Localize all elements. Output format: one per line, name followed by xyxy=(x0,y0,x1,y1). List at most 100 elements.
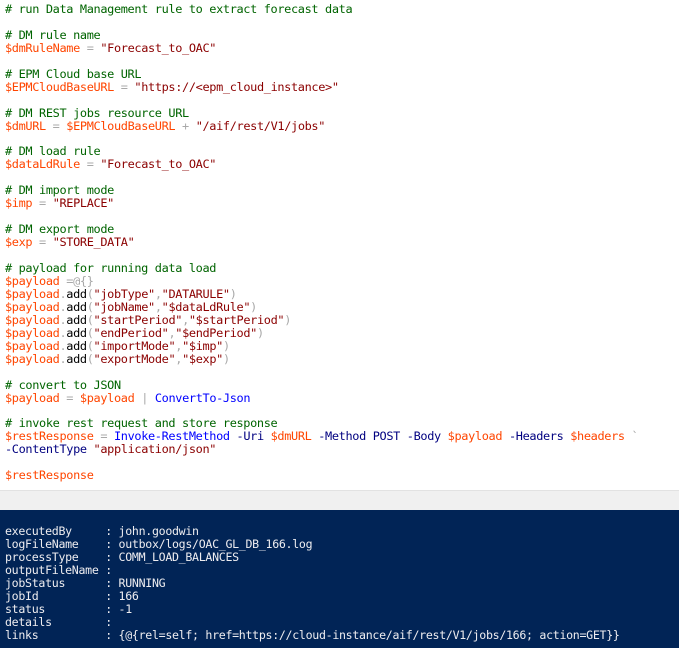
code-line: $dataLdRule = "Forecast_to_OAC" xyxy=(5,158,216,171)
code-token: # DM import mode xyxy=(5,183,114,198)
code-token: "endPeriod" xyxy=(93,325,169,340)
code-token: Invoke-RestMethod xyxy=(113,429,230,444)
editor-horizontal-scrollbar[interactable] xyxy=(0,490,679,510)
code-token: "Forecast_to_OAC" xyxy=(100,40,217,55)
code-token: # DM load rule xyxy=(5,144,101,159)
console-output-pane[interactable]: executedBy : john.goodwin logFileName : o… xyxy=(0,510,679,648)
code-line: $exp = "STORE_DATA" xyxy=(5,235,135,250)
code-token: add xyxy=(66,312,87,327)
code-token: $headers xyxy=(570,429,625,444)
code-token: "$dataLdRule" xyxy=(161,299,251,314)
script-editor-pane[interactable]: # run Data Management rule to extract fo… xyxy=(0,0,679,490)
code-token: $payload xyxy=(5,351,60,366)
code-token: $restResponse xyxy=(5,468,94,483)
code-token: "DATARULE" xyxy=(161,286,230,301)
code-token: -Method xyxy=(318,429,366,444)
code-token: ) xyxy=(256,325,264,340)
code-token: = xyxy=(32,235,53,250)
code-token: ( xyxy=(86,338,94,353)
code-token: = xyxy=(93,429,114,444)
code-token: = xyxy=(79,157,101,172)
code-token: ( xyxy=(86,351,94,366)
code-token: ( xyxy=(86,286,94,301)
code-token: $payload xyxy=(5,338,60,353)
code-token: ( xyxy=(86,299,94,314)
code-line: $EPMCloudBaseURL = "https://<epm_cloud_i… xyxy=(5,79,339,94)
code-token: $EPMCloudBaseURL xyxy=(66,118,176,133)
code-line: $dmRuleName = "Forecast_to_OAC" xyxy=(5,40,217,55)
code-token: "$endPeriod" xyxy=(175,325,257,340)
code-token: $payload xyxy=(5,273,60,288)
code-token: = xyxy=(32,196,53,211)
code-token: "startPeriod" xyxy=(93,312,183,327)
code-token: $payload xyxy=(5,390,60,405)
code-token: $dmURL xyxy=(5,118,46,133)
code-token: $payload xyxy=(79,390,135,405)
code-token: # run Data Management rule to extract fo… xyxy=(5,2,353,16)
code-token: add xyxy=(66,351,87,366)
code-token: add xyxy=(66,338,87,353)
code-line: -ContentType "application/json" xyxy=(5,443,216,456)
code-token: "$startPeriod" xyxy=(188,312,285,327)
code-token: add xyxy=(66,325,87,340)
code-token: ConvertTo-Json xyxy=(154,390,251,405)
code-token: $dmRuleName xyxy=(5,40,80,55)
code-token: "application/json" xyxy=(93,442,217,457)
code-token: $payload xyxy=(5,312,60,327)
code-token: , xyxy=(154,286,162,301)
code-token: ( xyxy=(86,325,94,340)
code-token: ) xyxy=(229,286,237,301)
code-line: $restResponse xyxy=(5,469,94,482)
code-token: "/aif/rest/V1/jobs" xyxy=(195,118,326,133)
code-token: # DM REST jobs resource URL xyxy=(5,105,189,120)
code-token: ` xyxy=(624,429,639,444)
code-token: | xyxy=(134,390,155,405)
code-token: , xyxy=(182,312,189,327)
code-token: $exp xyxy=(5,235,33,250)
code-token: = xyxy=(113,79,135,94)
code-line: $dmURL = $EPMCloudBaseURL + "/aif/rest/V… xyxy=(5,118,326,133)
code-token: -Headers xyxy=(508,429,564,444)
code-token: + xyxy=(175,118,196,133)
code-line: $imp = "REPLACE" xyxy=(5,197,114,210)
code-token: ) xyxy=(284,312,292,327)
code-token: $payload xyxy=(5,286,60,301)
code-token: -Body xyxy=(406,429,441,444)
code-token: ) xyxy=(222,351,230,366)
code-token: add xyxy=(66,286,87,301)
code-line: $payload = $payload | ConvertTo-Json xyxy=(5,390,251,405)
code-token: # convert to JSON xyxy=(5,377,121,392)
code-token: $restResponse xyxy=(5,429,94,444)
code-token: add xyxy=(66,299,87,314)
code-line: # run Data Management rule to extract fo… xyxy=(5,2,353,16)
code-token: "importMode" xyxy=(93,338,176,353)
code-token: "https://<epm_cloud_instance>" xyxy=(134,79,339,94)
code-token: $dataLdRule xyxy=(5,157,80,172)
code-token: # DM export mode xyxy=(5,222,114,237)
code-token: $payload xyxy=(5,299,60,314)
code-token: # EPM Cloud base URL xyxy=(5,66,142,81)
code-token: $imp xyxy=(5,196,33,211)
code-token: # DM rule name xyxy=(5,27,101,42)
code-token: = xyxy=(45,118,67,133)
code-token: # invoke rest request and store response xyxy=(5,416,278,431)
code-token: $payload xyxy=(447,429,503,444)
code-token: $EPMCloudBaseURL xyxy=(5,79,114,94)
code-token: =@{} xyxy=(59,273,94,288)
code-line: $payload.add("exportMode","$exp") xyxy=(5,351,230,366)
code-token: "exportMode" xyxy=(93,351,176,366)
code-token: POST xyxy=(372,429,401,444)
code-token: ( xyxy=(86,312,94,327)
code-token: ) xyxy=(222,338,230,353)
code-token: = xyxy=(59,390,80,405)
code-token: $dmURL xyxy=(270,429,312,444)
code-token: ) xyxy=(250,299,257,314)
code-token: -Uri xyxy=(236,429,265,444)
